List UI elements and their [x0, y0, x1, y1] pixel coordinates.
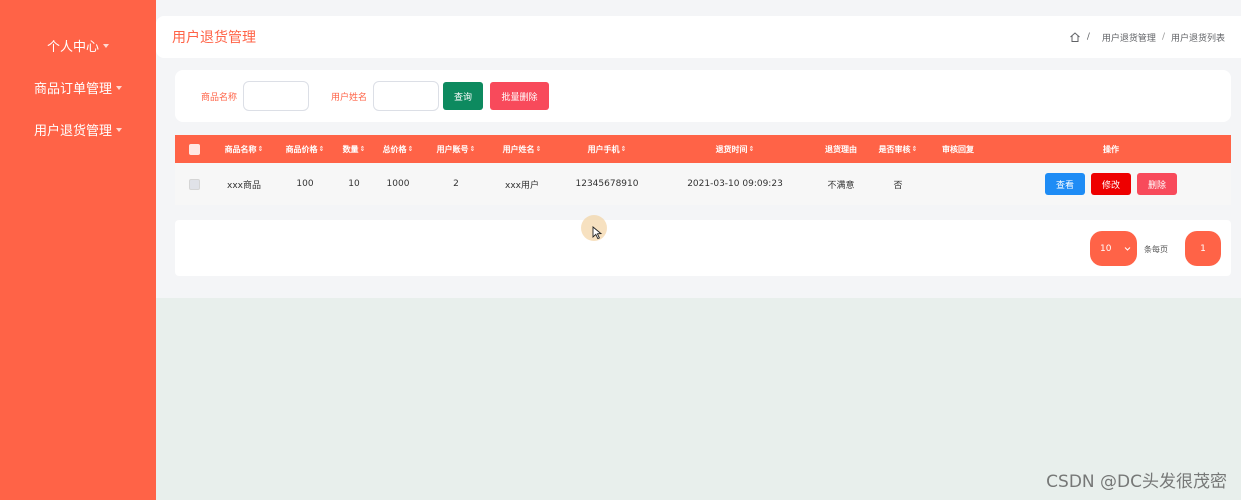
row-select-cell	[175, 178, 213, 190]
product-name-label: 商品名称	[201, 92, 238, 103]
breadcrumb-item-return-management[interactable]: 用户退货管理	[1102, 31, 1156, 44]
page-title: 用户退货管理	[172, 30, 256, 46]
sidebar-item-label: 个人中心	[46, 39, 99, 55]
cell-return-time: 2021-03-10 09:09:23	[687, 179, 783, 189]
select-all-checkbox[interactable]	[188, 143, 200, 155]
batch-delete-button[interactable]: 批量删除	[490, 82, 550, 110]
column-header-reviewed[interactable]: 是否审核 ⇕	[871, 144, 925, 155]
sort-icon: ⇕	[535, 145, 542, 153]
sidebar-item-personal-center[interactable]: 个人中心	[0, 24, 156, 66]
delete-button[interactable]: 删除	[1137, 173, 1177, 195]
home-icon[interactable]	[1069, 31, 1081, 43]
column-header-reason: 退货理由	[825, 144, 857, 154]
sidebar-item-return-management[interactable]: 用户退货管理	[0, 108, 156, 150]
cell-phone: 12345678910	[575, 179, 639, 189]
column-header-reply: 审核回复	[942, 144, 974, 154]
cell-username: xxx用户	[505, 180, 539, 191]
column-header-price[interactable]: 商品价格 ⇕	[275, 144, 335, 155]
breadcrumb: / 用户退货管理 / 用户退货列表	[1069, 31, 1225, 44]
caret-down-icon	[116, 127, 122, 132]
cell-product: xxx商品	[227, 180, 261, 191]
page-size-value: 10	[1100, 243, 1112, 254]
cell-reason: 不满意	[827, 180, 855, 191]
cell-total: 1000	[386, 179, 410, 189]
edit-button[interactable]: 修改	[1091, 173, 1131, 195]
view-button[interactable]: 查看	[1045, 173, 1085, 195]
column-header-actions: 操作	[1103, 144, 1119, 154]
username-label: 用户姓名	[331, 92, 368, 103]
sort-icon: ⇕	[407, 145, 414, 153]
column-header-total[interactable]: 总价格 ⇕	[373, 144, 423, 155]
breadcrumb-separator: /	[1161, 32, 1165, 42]
column-header-account[interactable]: 用户账号 ⇕	[423, 144, 489, 155]
sort-icon: ⇕	[318, 145, 325, 153]
column-header-return-time[interactable]: 退货时间 ⇕	[659, 144, 811, 155]
watermark: CSDN @DC头发很茂密	[1046, 472, 1227, 492]
cell-reviewed: 否	[893, 180, 903, 191]
sidebar-item-label: 商品订单管理	[33, 81, 112, 97]
select-all-cell	[175, 143, 213, 155]
page-number-button[interactable]: 1	[1185, 231, 1221, 266]
cell-price: 100	[296, 179, 314, 189]
caret-down-icon	[103, 43, 109, 48]
sort-icon: ⇕	[359, 145, 366, 153]
search-card: 商品名称 用户姓名 查询 批量删除	[175, 70, 1231, 122]
per-page-label: 条每页	[1144, 245, 1168, 254]
column-header-username[interactable]: 用户姓名 ⇕	[489, 144, 555, 155]
sort-icon: ⇕	[748, 145, 755, 153]
sort-icon: ⇕	[911, 145, 918, 153]
table-row: xxx商品 100 10 1000 2 xxx用户 12345678910 20…	[175, 163, 1231, 205]
data-table: 商品名称 ⇕ 商品价格 ⇕ 数量 ⇕ 总价格 ⇕ 用户账号 ⇕ 用户姓名 ⇕ 用户手机 ⇕ 退…	[175, 135, 1231, 205]
column-header-qty[interactable]: 数量 ⇕	[335, 144, 373, 155]
sort-icon: ⇕	[469, 145, 476, 153]
sort-icon: ⇕	[257, 145, 264, 153]
mouse-cursor-icon	[592, 226, 603, 240]
table-header: 商品名称 ⇕ 商品价格 ⇕ 数量 ⇕ 总价格 ⇕ 用户账号 ⇕ 用户姓名 ⇕ 用户手机 ⇕ 退…	[175, 135, 1231, 163]
page-size-select[interactable]: 10	[1090, 231, 1137, 266]
sidebar: 个人中心 商品订单管理 用户退货管理	[0, 0, 156, 500]
pagination-card: 10 条每页 1	[175, 220, 1231, 276]
cell-account: 2	[453, 179, 459, 189]
cell-actions: 查看 修改 删除	[991, 173, 1231, 195]
breadcrumb-separator: /	[1086, 32, 1090, 42]
sidebar-item-label: 用户退货管理	[33, 123, 112, 139]
sort-icon: ⇕	[620, 145, 627, 153]
top-bar: 用户退货管理 / 用户退货管理 / 用户退货列表	[156, 16, 1241, 58]
column-header-product[interactable]: 商品名称 ⇕	[213, 144, 275, 155]
chevron-down-icon	[1124, 247, 1131, 251]
row-checkbox[interactable]	[188, 178, 200, 190]
product-name-input[interactable]	[243, 81, 310, 111]
query-button[interactable]: 查询	[443, 82, 484, 110]
cell-qty: 10	[348, 179, 360, 189]
sidebar-item-order-management[interactable]: 商品订单管理	[0, 66, 156, 108]
username-input[interactable]	[373, 81, 440, 111]
caret-down-icon	[116, 85, 122, 90]
column-header-phone[interactable]: 用户手机 ⇕	[555, 144, 659, 155]
breadcrumb-item-return-list: 用户退货列表	[1170, 33, 1225, 44]
